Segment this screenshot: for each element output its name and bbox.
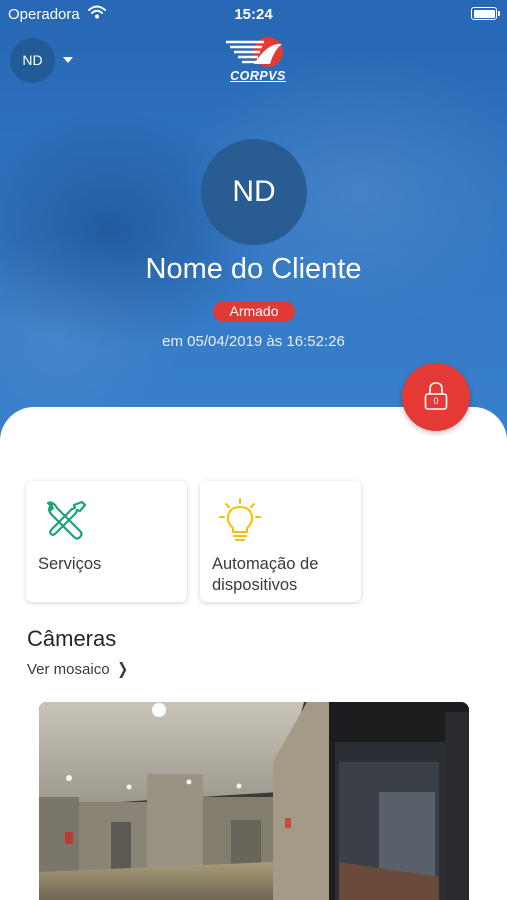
status-badge: Armado [213, 301, 295, 322]
tools-icon [46, 500, 87, 540]
clock: 15:24 [234, 6, 273, 23]
view-mosaic-link[interactable]: Ver mosaico ❯ [27, 659, 129, 679]
services-card[interactable]: Serviços [26, 481, 187, 602]
chevron-right-icon: ❯ [116, 661, 128, 678]
lock-count: 0 [433, 396, 439, 406]
lightbulb-icon [219, 498, 261, 541]
profile-avatar: ND [201, 139, 307, 245]
status-timestamp: em 05/04/2019 às 16:52:26 [162, 333, 345, 350]
automation-card[interactable]: Automação de dispositivos [200, 481, 361, 602]
services-label: Serviços [38, 555, 102, 573]
camera-scene-image [39, 702, 469, 900]
corpvs-logo: CORPVS [224, 36, 292, 88]
logo-emblem-icon [226, 37, 283, 67]
client-name: Nome do Cliente [145, 253, 362, 285]
battery-icon [471, 7, 500, 20]
automation-label: Automação de dispositivos [212, 555, 319, 594]
logo-text: CORPVS [230, 69, 286, 83]
account-switcher[interactable]: ND [10, 38, 90, 84]
avatar: ND [10, 38, 55, 83]
cameras-title: Câmeras [27, 626, 117, 651]
camera-feed-thumbnail[interactable] [39, 702, 469, 900]
status-bar: Operadora 15:24 [0, 0, 507, 28]
caret-down-icon [63, 57, 73, 63]
view-mosaic-label: Ver mosaico [27, 661, 110, 678]
lock-button[interactable]: 0 [402, 363, 470, 431]
